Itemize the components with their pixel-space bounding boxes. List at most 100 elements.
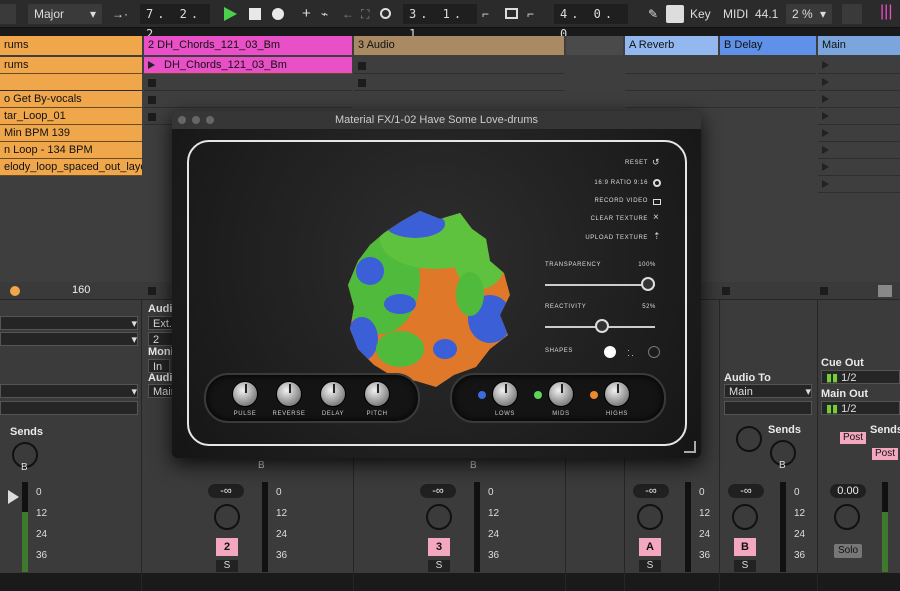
pan-knob[interactable] bbox=[637, 504, 663, 530]
scene-launch[interactable] bbox=[818, 159, 900, 176]
cpu-dropdown[interactable]: 2 % ▾ bbox=[786, 4, 832, 24]
stop-icon[interactable] bbox=[249, 8, 261, 20]
clip-slot[interactable] bbox=[625, 74, 816, 91]
delay-knob[interactable] bbox=[320, 381, 346, 407]
follow-icon[interactable]: →· bbox=[112, 4, 128, 24]
scene-launch[interactable] bbox=[818, 74, 900, 91]
transparency-slider[interactable] bbox=[545, 284, 655, 286]
track-number-b[interactable]: B bbox=[734, 538, 756, 556]
clip-slot[interactable]: rums bbox=[0, 57, 142, 74]
stop-icon[interactable] bbox=[722, 287, 730, 295]
reactivity-handle[interactable] bbox=[594, 319, 609, 333]
back-arrow-icon[interactable]: ← bbox=[342, 4, 354, 24]
track-header-2[interactable]: 2 DH_Chords_121_03_Bm bbox=[144, 36, 352, 55]
output-sub-select[interactable] bbox=[724, 401, 812, 415]
punch-out-icon[interactable]: ⌐ bbox=[527, 4, 534, 24]
volume-field[interactable]: -∞ bbox=[728, 484, 764, 498]
volume-field[interactable]: -∞ bbox=[633, 484, 669, 498]
position-field[interactable]: 3. 1. 1 bbox=[403, 4, 477, 41]
clip-play-icon[interactable] bbox=[148, 61, 155, 69]
add-icon[interactable]: + bbox=[302, 4, 311, 24]
solo-button[interactable]: S bbox=[734, 560, 756, 572]
output-sub-select[interactable] bbox=[0, 401, 138, 415]
audio-to-select[interactable]: Main ▾ bbox=[724, 384, 812, 398]
ratio-label[interactable]: 16:9 RATIO 9:16 bbox=[552, 180, 648, 186]
shape-circle-option[interactable] bbox=[604, 346, 616, 358]
reset-label[interactable]: RESET bbox=[552, 160, 648, 166]
zoom-icon[interactable] bbox=[206, 116, 214, 124]
solo-button[interactable]: Solo bbox=[834, 544, 862, 558]
track-header-reverb[interactable]: A Reverb bbox=[625, 36, 718, 55]
resize-handle-icon[interactable] bbox=[684, 441, 696, 453]
track-number-3[interactable]: 3 bbox=[428, 538, 450, 556]
clip-slot[interactable] bbox=[354, 57, 564, 74]
send-a-knob[interactable] bbox=[736, 426, 762, 452]
clip-slot[interactable]: n Loop - 134 BPM bbox=[0, 142, 142, 159]
stop-icon[interactable] bbox=[820, 287, 828, 295]
reverse-knob[interactable] bbox=[276, 381, 302, 407]
key-map-button[interactable]: Key bbox=[690, 4, 711, 24]
post-button[interactable]: Post bbox=[840, 432, 866, 444]
pan-arrow-icon[interactable] bbox=[8, 490, 19, 504]
plugin-titlebar[interactable]: Material FX/1-02 Have Some Love-drums bbox=[172, 111, 701, 129]
clip-slot[interactable] bbox=[354, 74, 564, 91]
monitor-in-button[interactable]: In bbox=[148, 359, 170, 373]
stop-all-icon[interactable] bbox=[878, 285, 892, 297]
shape-ring-option[interactable] bbox=[648, 346, 660, 358]
volume-field[interactable]: -∞ bbox=[420, 484, 456, 498]
record-video-label[interactable]: RECORD VIDEO bbox=[552, 198, 648, 204]
scale-root-box[interactable] bbox=[0, 4, 16, 24]
upload-icon[interactable]: ⇡ bbox=[653, 231, 661, 242]
clip-slot[interactable] bbox=[0, 74, 142, 91]
volume-field[interactable]: -∞ bbox=[208, 484, 244, 498]
main-out-select[interactable]: ▮▮ 1/2 bbox=[821, 401, 900, 415]
clip-slot[interactable] bbox=[625, 57, 816, 74]
camera-icon[interactable] bbox=[653, 199, 661, 205]
output-select[interactable]: ▾ bbox=[0, 384, 138, 398]
scene-launch[interactable] bbox=[818, 176, 900, 193]
pan-knob[interactable] bbox=[732, 504, 758, 530]
close-icon[interactable]: × bbox=[653, 212, 659, 223]
groove-field[interactable]: 7. 2. 2 bbox=[140, 4, 210, 41]
solo-button[interactable]: S bbox=[428, 560, 450, 572]
post-button[interactable]: Post bbox=[872, 448, 898, 460]
shape-dots-option[interactable]: · ·· bbox=[627, 346, 635, 360]
highs-knob[interactable] bbox=[604, 381, 630, 407]
loop-length-field[interactable]: 4. 0. 0 bbox=[554, 4, 628, 41]
scale-dropdown[interactable]: Major ▾ bbox=[28, 4, 102, 24]
track-header-1[interactable]: rums bbox=[0, 36, 142, 55]
scene-launch[interactable] bbox=[818, 142, 900, 159]
session-record-icon[interactable] bbox=[380, 8, 391, 19]
automation-icon[interactable]: ⌁ bbox=[321, 4, 328, 24]
pan-knob[interactable] bbox=[214, 504, 240, 530]
play-icon[interactable] bbox=[224, 7, 237, 21]
pan-knob[interactable] bbox=[834, 504, 860, 530]
clip-slot[interactable]: DH_Chords_121_03_Bm bbox=[144, 57, 352, 74]
scene-launch[interactable] bbox=[818, 91, 900, 108]
reset-icon[interactable]: ↺ bbox=[652, 157, 660, 168]
clip-slot[interactable]: o Get By-vocals bbox=[0, 91, 142, 108]
pitch-knob[interactable] bbox=[364, 381, 390, 407]
record-icon[interactable] bbox=[272, 8, 284, 20]
input-type-select[interactable]: ▾ bbox=[0, 316, 138, 330]
mids-knob[interactable] bbox=[548, 381, 574, 407]
solo-button[interactable]: S bbox=[216, 560, 238, 572]
keyboard-icon[interactable] bbox=[666, 5, 684, 23]
lows-knob[interactable] bbox=[492, 381, 518, 407]
loop-icon[interactable] bbox=[505, 8, 518, 19]
track-header-delay[interactable]: B Delay bbox=[720, 36, 816, 55]
track-number-a[interactable]: A bbox=[639, 538, 661, 556]
cue-out-select[interactable]: ▮▮ 1/2 bbox=[821, 370, 900, 384]
pan-knob[interactable] bbox=[426, 504, 452, 530]
clip-slot[interactable] bbox=[625, 91, 816, 108]
upload-texture-label[interactable]: UPLOAD TEXTURE bbox=[552, 235, 648, 241]
close-icon[interactable] bbox=[178, 116, 186, 124]
minimize-icon[interactable] bbox=[192, 116, 200, 124]
track-number-2[interactable]: 2 bbox=[216, 538, 238, 556]
track-header-3[interactable]: 3 Audio bbox=[354, 36, 564, 55]
activator-dot[interactable] bbox=[10, 286, 20, 296]
draw-mode-icon[interactable]: ✎ bbox=[648, 4, 658, 24]
volume-field[interactable]: 0.00 bbox=[830, 484, 866, 498]
track-header-main[interactable]: Main bbox=[818, 36, 900, 55]
clip-slot[interactable]: tar_Loop_01 bbox=[0, 108, 142, 125]
